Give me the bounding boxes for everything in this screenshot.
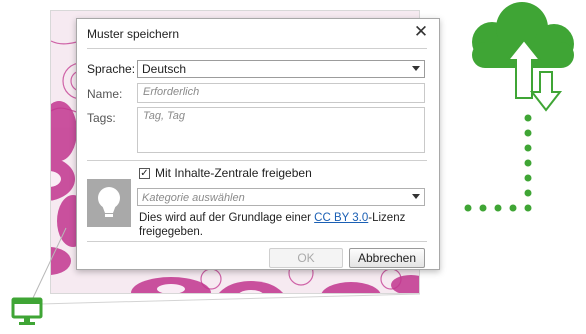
license-link[interactable]: CC BY 3.0 [314, 212, 368, 224]
title-divider [87, 48, 427, 49]
share-checkbox[interactable]: ✓ [139, 168, 150, 179]
chevron-down-icon [412, 66, 420, 71]
monitor-icon [10, 296, 44, 328]
section-divider [87, 160, 427, 161]
dialog-title: Muster speichern [87, 27, 180, 41]
footer-divider [87, 241, 427, 242]
lightbulb-icon [98, 187, 120, 217]
name-input[interactable] [143, 86, 419, 98]
tags-label: Tags: [87, 111, 116, 125]
close-icon[interactable]: ✕ [414, 22, 428, 42]
save-pattern-dialog: Muster speichern ✕ Sprache: Deutsch Name… [76, 18, 440, 270]
language-select[interactable]: Deutsch [137, 60, 425, 78]
close-button[interactable]: ✕ [411, 22, 431, 42]
language-label: Sprache: [87, 62, 136, 76]
category-placeholder: Kategorie auswählen [142, 192, 245, 204]
name-label: Name: [87, 87, 123, 101]
ok-button[interactable]: OK [269, 248, 343, 268]
license-notice: Dies wird auf der Grundlage einer CC BY … [139, 211, 429, 239]
language-value: Deutsch [142, 62, 187, 76]
license-prefix: Dies wird auf der Grundlage einer [139, 212, 315, 224]
chevron-down-icon [412, 194, 420, 199]
share-checkbox-label[interactable]: Mit Inhalte-Zentrale freigeben [155, 166, 312, 180]
cancel-button[interactable]: Abbrechen [349, 248, 425, 268]
tags-field[interactable] [137, 107, 425, 153]
checkmark-icon: ✓ [140, 168, 149, 179]
cloud-sync-icon [462, 0, 586, 223]
pattern-thumbnail [87, 179, 131, 227]
category-select[interactable]: Kategorie auswählen [137, 188, 425, 206]
tags-input[interactable] [143, 110, 419, 134]
name-field[interactable] [137, 83, 425, 103]
